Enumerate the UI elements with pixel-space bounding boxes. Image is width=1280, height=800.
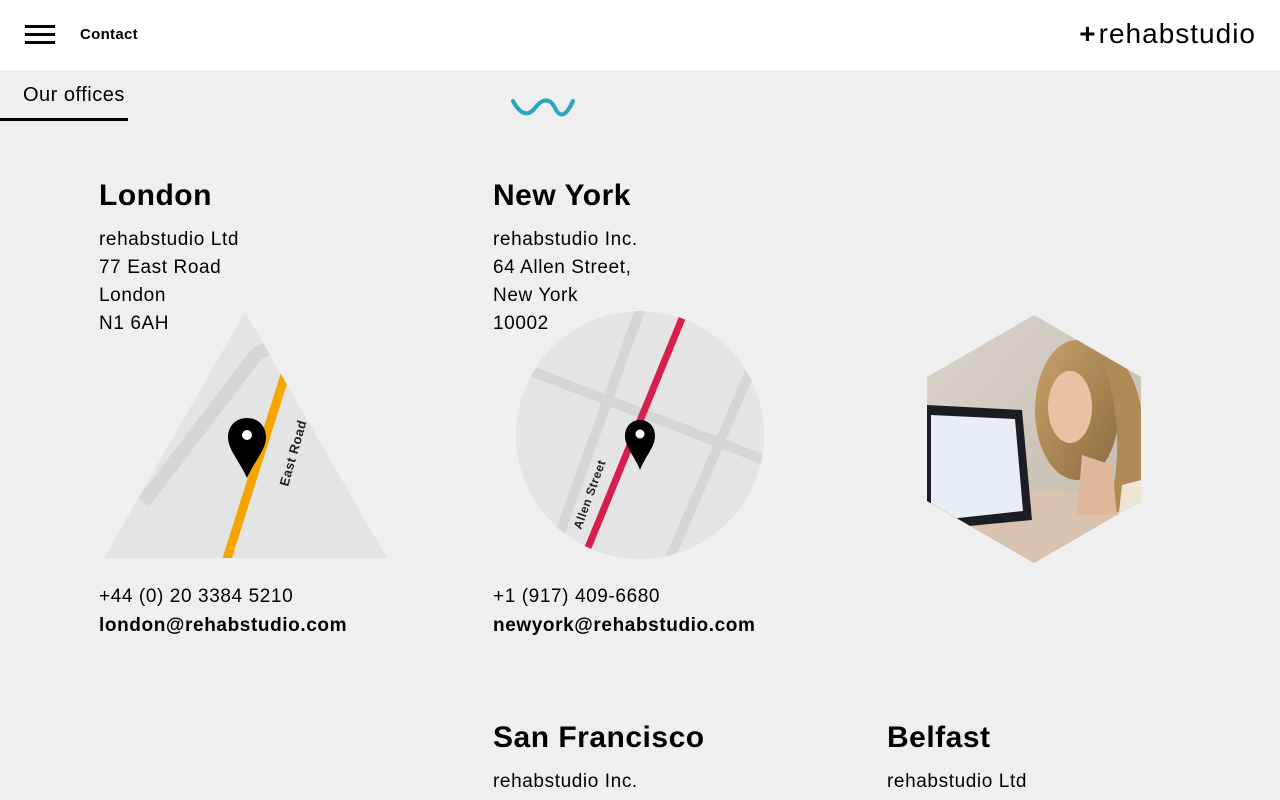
team-member-photo (927, 315, 1141, 563)
address-line: rehabstudio Inc. (493, 771, 638, 792)
office-address: rehabstudio Ltd (887, 768, 1027, 796)
address-line: London (99, 285, 167, 306)
office-address: rehabstudio Inc. (493, 768, 705, 796)
new-york-map[interactable]: Allen Street (515, 310, 765, 560)
address-line: 64 Allen Street, (493, 257, 632, 278)
london-contact: +44 (0) 20 3384 5210 london@rehabstudio.… (99, 582, 347, 640)
wave-icon (511, 98, 575, 117)
logo-plus: + (1079, 18, 1097, 49)
new-york-contact: +1 (917) 409-6680 newyork@rehabstudio.co… (493, 582, 756, 640)
phone-number[interactable]: +1 (917) 409-6680 (493, 582, 756, 611)
tab-label: Our offices (23, 84, 125, 106)
office-city: Belfast (887, 721, 991, 754)
address-line: New York (493, 285, 579, 306)
address-line: 77 East Road (99, 257, 222, 278)
tab-our-offices[interactable]: Our offices (0, 70, 128, 121)
address-line: rehabstudio Ltd (887, 771, 1027, 792)
email-link[interactable]: london@rehabstudio.com (99, 611, 347, 640)
office-belfast: Belfast rehabstudio Ltd (887, 720, 1027, 796)
office-city: New York (493, 179, 631, 212)
menu-icon[interactable] (25, 25, 55, 45)
office-san-francisco: San Francisco rehabstudio Inc. (493, 720, 705, 796)
phone-number[interactable]: +44 (0) 20 3384 5210 (99, 582, 347, 611)
top-bar: Contact +rehabstudio (0, 0, 1280, 70)
address-line: rehabstudio Ltd (99, 229, 239, 250)
contact-link[interactable]: Contact (80, 26, 138, 43)
london-map[interactable]: East Road (104, 312, 388, 559)
address-line: rehabstudio Inc. (493, 229, 638, 250)
office-city: San Francisco (493, 721, 705, 754)
email-link[interactable]: newyork@rehabstudio.com (493, 611, 756, 640)
office-city: London (99, 179, 212, 212)
logo-text: rehabstudio (1098, 18, 1256, 49)
rehabstudio-logo[interactable]: +rehabstudio (1079, 18, 1256, 50)
